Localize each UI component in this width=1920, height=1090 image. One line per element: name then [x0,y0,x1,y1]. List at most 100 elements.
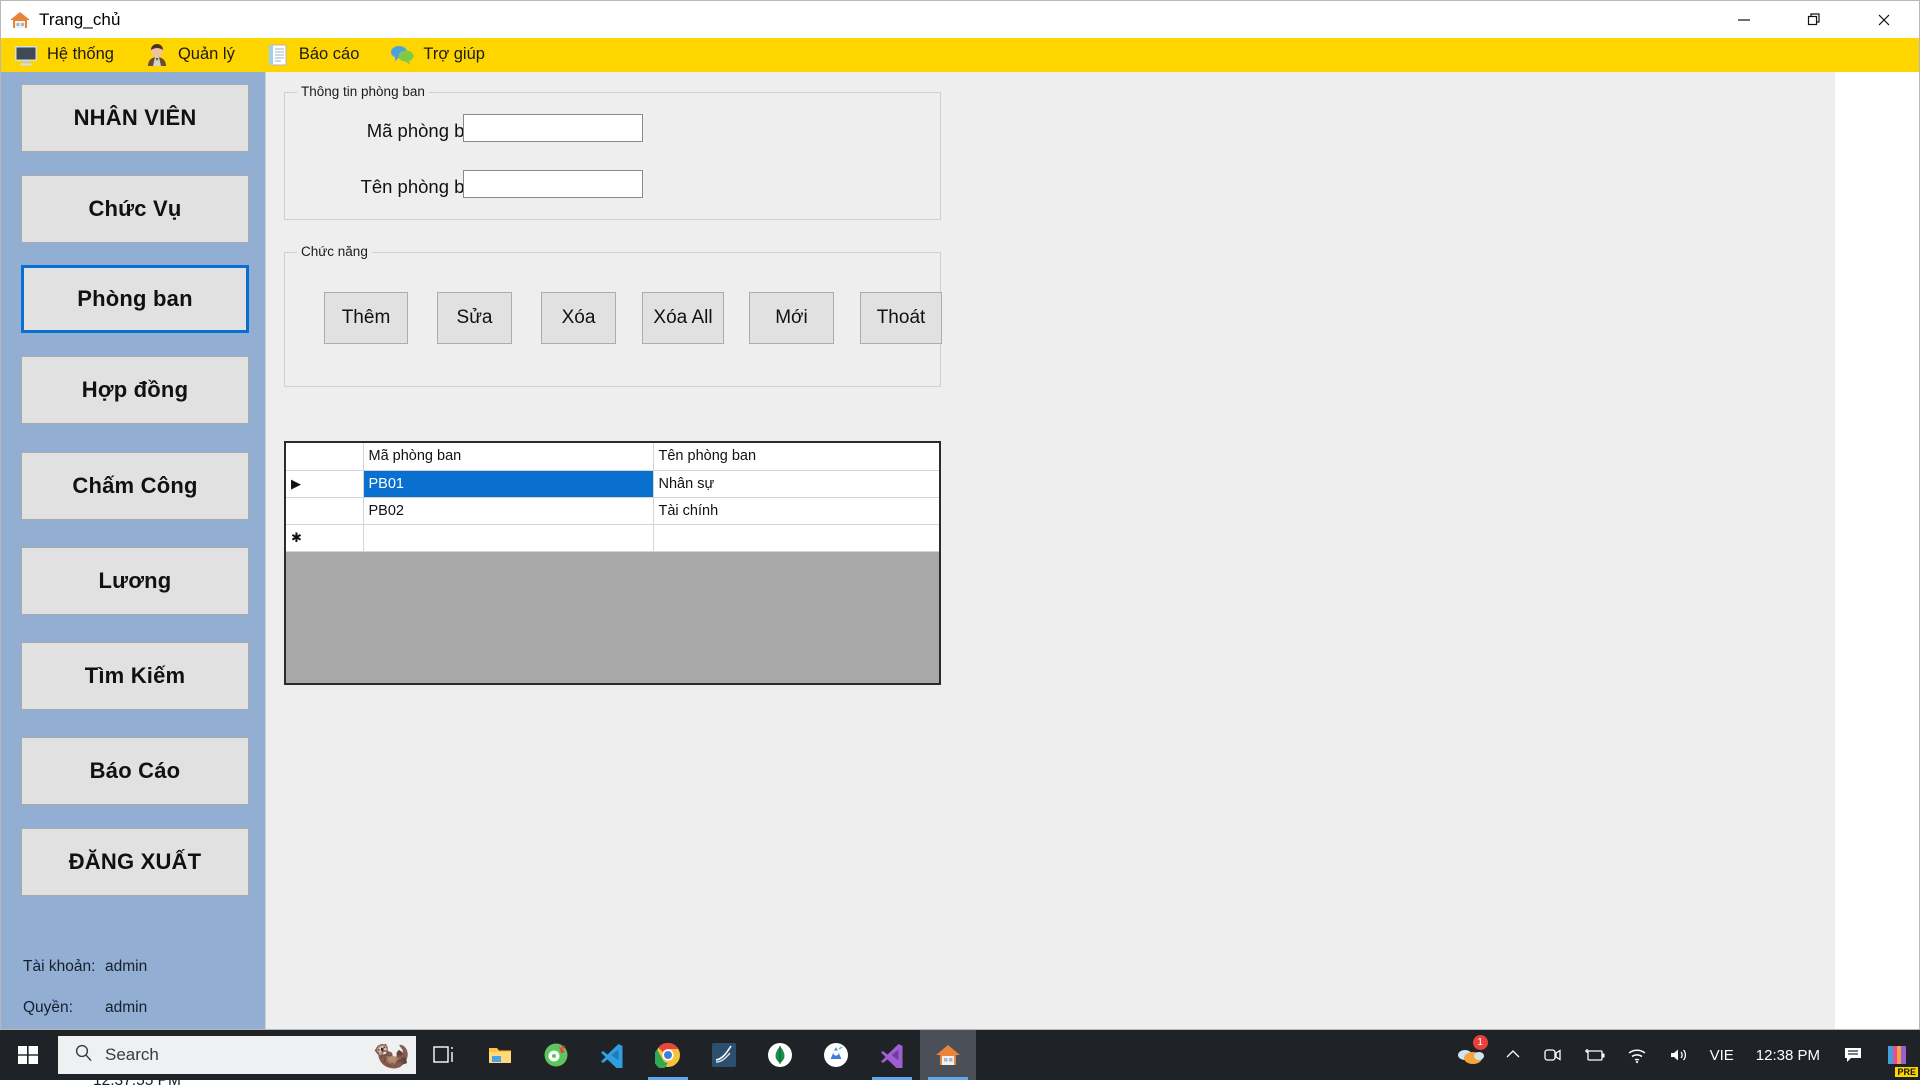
otter-icon: 🦦 [372,1038,410,1071]
menu-item-label: Quản lý [177,45,235,63]
xoa-button[interactable]: Xóa [541,292,616,344]
account-value: admin [105,958,148,975]
copilot-badge: PRE [1895,1067,1918,1077]
moi-button[interactable]: Mới [749,292,834,344]
chat-bubbles-icon [389,42,415,68]
xoa-all-button[interactable]: Xóa All [642,292,724,344]
volume-icon[interactable] [1658,1030,1700,1080]
minimize-icon[interactable] [1709,1,1779,38]
sidebar-item-tim-kiem[interactable]: Tìm Kiếm [21,642,249,710]
close-icon[interactable] [1849,1,1919,38]
grid-col-code: Mã phòng ban [363,443,654,471]
sidebar-item-dang-xuat[interactable]: ĐĂNG XUẤT [21,828,249,896]
search-icon [74,1043,93,1067]
sidebar-item-phong-ban[interactable]: Phòng ban [21,265,249,333]
monitor-icon [13,42,39,68]
system-tray: 1 VIE 12:38 PM PRE [1446,1030,1920,1080]
sidebar-item-label: NHÂN VIÊN [73,105,197,130]
sidebar-item-nhan-vien[interactable]: NHÂN VIÊN [21,84,249,152]
camera-icon[interactable] [1532,1030,1572,1080]
mongodb-icon[interactable] [752,1030,808,1080]
visual-studio-icon[interactable] [864,1030,920,1080]
app-home-icon[interactable] [920,1030,976,1080]
window-title: Trang_chủ [39,9,121,29]
department-grid[interactable]: Mã phòng ban Tên phòng ban ▶ PB01 Nhân s… [284,441,941,685]
chevron-up-icon[interactable] [1494,1030,1532,1080]
menu-item-he-thong[interactable]: Hệ thống [9,40,126,70]
menu-item-label: Báo cáo [298,45,360,63]
person-icon [144,42,170,68]
cell-name[interactable]: Nhân sự [653,470,939,498]
sql-server-icon[interactable] [696,1030,752,1080]
battery-icon[interactable] [1572,1030,1616,1080]
cell-name[interactable]: Tài chính [653,497,939,525]
sidebar-item-label: Phòng ban [77,286,193,311]
row-marker [286,497,364,525]
sua-button[interactable]: Sửa [437,292,512,344]
ten-phong-ban-input[interactable] [463,170,643,198]
account-info: Tài khoản: admin Quyền: admin [23,946,147,1028]
button-label: Mới [775,307,808,328]
window-controls [1709,1,1919,38]
button-label: Xóa [561,307,596,328]
application-window: Trang_chủ Hệ thống Quản lý Báo cáo Trợ g… [0,0,1920,1089]
actions-groupbox: Chức năng Thêm Sửa Xóa Xóa All Mới Thoát [284,244,942,387]
onedrive-icon[interactable]: 1 [1446,1030,1494,1080]
menu-bar: Hệ thống Quản lý Báo cáo Trợ giúp [1,38,1919,72]
sidebar-item-bao-cao[interactable]: Báo Cáo [21,737,249,805]
sidebar-item-luong[interactable]: Lương [21,547,249,615]
vscode-icon[interactable] [584,1030,640,1080]
notification-icon[interactable] [1832,1030,1874,1080]
taskbar-clock[interactable]: 12:38 PM [1744,1047,1832,1064]
thoat-button[interactable]: Thoát [860,292,942,344]
menu-item-bao-cao[interactable]: Báo cáo [261,40,372,70]
role-row: Quyền: admin [23,987,147,1028]
ma-phong-ban-label: Mã phòng ban [366,120,485,141]
sidebar-item-label: Chấm Công [72,473,198,498]
grid-header-row: Mã phòng ban Tên phòng ban [286,443,939,471]
menu-item-quan-ly[interactable]: Quản lý [140,40,247,70]
restore-icon[interactable] [1779,1,1849,38]
table-row[interactable]: PB02 Tài chính [286,497,939,525]
table-new-row[interactable]: ✱ [286,524,939,552]
table-row[interactable]: ▶ PB01 Nhân sự [286,470,939,498]
sidebar-item-hop-dong[interactable]: Hợp đồng [21,356,249,424]
sidebar-item-label: Chức Vụ [88,196,182,221]
language-indicator[interactable]: VIE [1700,1047,1744,1064]
info-groupbox-title: Thông tin phòng ban [297,84,429,99]
body-region: NHÂN VIÊN Chức Vụ Phòng ban Hợp đồng Chấ… [1,72,1919,1089]
ma-phong-ban-input[interactable] [463,114,643,142]
windows-start-icon[interactable] [0,1030,56,1080]
sidebar-item-label: ĐĂNG XUẤT [68,849,202,874]
cell-code[interactable] [363,524,654,552]
content-panel: Thông tin phòng ban Mã phòng ban Tên phò… [265,72,1835,1029]
cell-code[interactable]: PB02 [363,497,654,525]
info-groupbox: Thông tin phòng ban Mã phòng ban Tên phò… [284,84,941,220]
android-studio-icon[interactable] [808,1030,864,1080]
button-label: Thoát [876,307,926,328]
role-value: admin [105,999,148,1016]
button-label: Sửa [456,307,493,328]
grid-col-name: Tên phòng ban [653,443,939,471]
menu-item-tro-giup[interactable]: Trợ giúp [385,40,497,70]
task-view-icon[interactable] [416,1030,472,1080]
search-input[interactable]: Search 🦦 [58,1036,416,1074]
them-button[interactable]: Thêm [324,292,408,344]
menu-item-label: Hệ thống [47,45,114,63]
wifi-icon[interactable] [1616,1030,1658,1080]
search-placeholder: Search [105,1045,159,1064]
account-label: Tài khoản: [23,958,96,975]
sidebar-item-label: Tìm Kiếm [84,663,186,688]
spotify-icon[interactable] [528,1030,584,1080]
sidebar-item-label: Hợp đồng [81,377,189,402]
sidebar-item-chuc-vu[interactable]: Chức Vụ [21,175,249,243]
copilot-icon[interactable]: PRE [1874,1030,1920,1080]
file-explorer-icon[interactable] [472,1030,528,1080]
cell-code[interactable]: PB01 [363,470,654,498]
menu-item-label: Trợ giúp [423,45,485,63]
cell-name[interactable] [653,524,939,552]
chrome-icon[interactable] [640,1030,696,1080]
new-row-marker: ✱ [286,524,364,552]
sidebar-item-cham-cong[interactable]: Chấm Công [21,452,249,520]
home-icon [9,9,31,31]
